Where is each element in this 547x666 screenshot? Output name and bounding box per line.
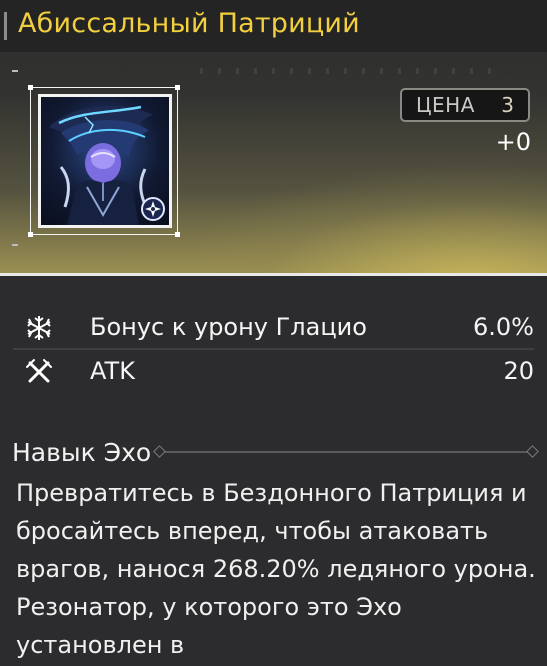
stat-value: 20 [503, 357, 534, 385]
skill-description: Превратитесь в Бездонного Патриция и бро… [16, 479, 536, 659]
skill-header: Навык Эхо [12, 436, 539, 468]
skill-divider [153, 445, 539, 458]
cost-badge: ЦЕНА 3 [400, 88, 530, 122]
stat-name: Бонус к урону Глацио [90, 313, 367, 341]
compass-star-icon [141, 197, 165, 221]
crossed-swords-icon [25, 358, 53, 386]
snowflake-icon [25, 314, 53, 342]
stat-row: Бонус к урону Глацио 6.0% [13, 306, 534, 350]
decorative-dots [200, 68, 500, 74]
echo-name: Абиссальный Патриций [18, 8, 360, 39]
title-accent-bar [4, 12, 7, 40]
cost-value: 3 [501, 93, 514, 117]
stats-list: Бонус к урону Глацио 6.0% ATK 20 [13, 306, 534, 392]
skill-title: Навык Эхо [12, 437, 152, 467]
cost-label: ЦЕНА [416, 93, 475, 117]
abyssal-patricius-portrait[interactable] [38, 94, 172, 228]
title-bar: Абиссальный Патриций [0, 0, 547, 52]
stat-name: ATK [90, 357, 135, 385]
echo-level: +0 [495, 128, 531, 156]
corner-mark [12, 70, 18, 72]
stat-row: ATK 20 [13, 350, 534, 392]
corner-mark [12, 244, 18, 246]
echo-header-panel: Абиссальный Патриций ЦЕНА 3 +0 [0, 0, 547, 276]
stat-value: 6.0% [473, 313, 534, 341]
